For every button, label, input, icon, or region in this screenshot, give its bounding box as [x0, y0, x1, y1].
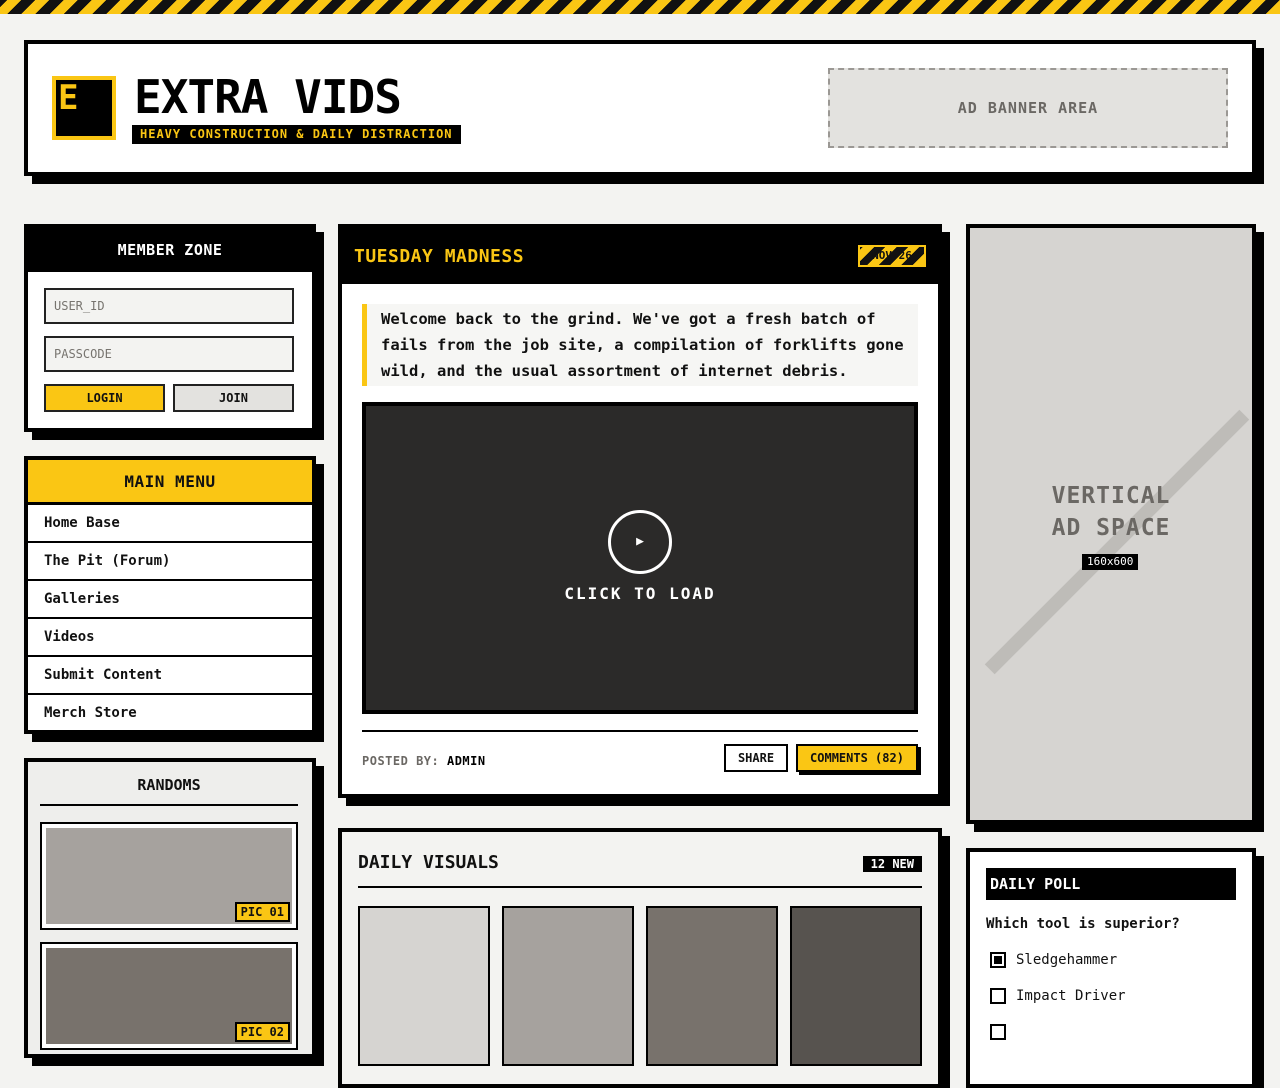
- post-header: TUESDAY MADNESS NOV 26: [342, 228, 938, 284]
- posted-by-label: POSTED BY:: [362, 754, 440, 768]
- menu-item-home-base[interactable]: Home Base: [28, 505, 312, 543]
- main-menu-title: MAIN MENU: [28, 460, 312, 505]
- hazard-stripe: [0, 0, 1280, 14]
- share-button[interactable]: SHARE: [724, 744, 788, 772]
- random-pic-image: PIC 02: [46, 948, 292, 1044]
- post-card: TUESDAY MADNESS NOV 26 Welcome back to t…: [338, 224, 942, 798]
- user-id-input[interactable]: USER_ID: [44, 288, 294, 324]
- random-pic-image: PIC 01: [46, 828, 292, 924]
- random-pic-tag: PIC 01: [234, 902, 290, 922]
- vertical-ad-line1: VERTICAL: [1051, 483, 1171, 509]
- randoms-panel: RANDOMS PIC 01 PIC 02: [24, 758, 316, 1058]
- logo-mark[interactable]: E: [52, 76, 116, 140]
- poll-option-label: Sledgehammer: [1016, 952, 1118, 968]
- ad-size-badge: 160x600: [1082, 554, 1139, 570]
- site-title[interactable]: EXTRA VIDS: [134, 68, 402, 126]
- divider: [362, 730, 918, 732]
- member-zone-title: MEMBER ZONE: [28, 228, 312, 272]
- ad-banner[interactable]: AD BANNER AREA: [828, 68, 1228, 148]
- poll-option-label: Impact Driver: [1016, 988, 1126, 1004]
- vertical-ad[interactable]: VERTICAL AD SPACE 160x600: [966, 224, 1256, 824]
- poll-option[interactable]: Impact Driver: [990, 988, 1126, 1004]
- checkbox-icon[interactable]: [990, 988, 1006, 1004]
- post-byline: POSTED BY: ADMIN: [362, 754, 486, 768]
- checkbox-icon[interactable]: [990, 1024, 1006, 1040]
- visual-thumbnail[interactable]: [358, 906, 490, 1066]
- menu-item-galleries[interactable]: Galleries: [28, 581, 312, 619]
- post-intro: Welcome back to the grind. We've got a f…: [362, 304, 918, 386]
- main-menu-panel: MAIN MENU Home Base The Pit (Forum) Gall…: [24, 456, 316, 734]
- new-count-badge: 12 NEW: [862, 856, 922, 872]
- menu-item-merch-store[interactable]: Merch Store: [28, 695, 312, 731]
- video-load-label[interactable]: CLICK TO LOAD: [366, 584, 914, 603]
- vertical-ad-line2: AD SPACE: [1051, 515, 1171, 541]
- vertical-ad-text: VERTICAL AD SPACE: [970, 480, 1252, 544]
- poll-title: DAILY POLL: [986, 868, 1236, 900]
- poll-option[interactable]: Sledgehammer: [990, 952, 1117, 968]
- site-tagline: HEAVY CONSTRUCTION & DAILY DISTRACTION: [132, 125, 461, 144]
- visual-thumbnail[interactable]: [646, 906, 778, 1066]
- menu-item-the-pit[interactable]: The Pit (Forum): [28, 543, 312, 581]
- visual-thumbnail[interactable]: [502, 906, 634, 1066]
- member-zone-panel: MEMBER ZONE USER_ID PASSCODE LOGIN JOIN: [24, 224, 316, 432]
- join-button[interactable]: JOIN: [173, 384, 294, 412]
- random-pic[interactable]: PIC 02: [40, 942, 298, 1050]
- checkbox-checked-icon[interactable]: [990, 952, 1006, 968]
- login-button[interactable]: LOGIN: [44, 384, 165, 412]
- poll-question: Which tool is superior?: [986, 916, 1180, 932]
- comments-button[interactable]: COMMENTS (82): [796, 744, 918, 772]
- play-icon[interactable]: ▶: [608, 510, 672, 574]
- visual-thumbnail[interactable]: [790, 906, 922, 1066]
- daily-visuals-header: DAILY VISUALS 12 NEW: [358, 852, 922, 888]
- random-pic[interactable]: PIC 01: [40, 822, 298, 930]
- video-player[interactable]: ▶ CLICK TO LOAD: [362, 402, 918, 714]
- random-pic-tag: PIC 02: [234, 1022, 290, 1042]
- post-title[interactable]: TUESDAY MADNESS: [354, 246, 524, 267]
- post-author[interactable]: ADMIN: [447, 754, 486, 768]
- daily-poll-panel: DAILY POLL Which tool is superior? Sledg…: [966, 848, 1256, 1088]
- poll-option[interactable]: [990, 1024, 1016, 1040]
- menu-item-submit-content[interactable]: Submit Content: [28, 657, 312, 695]
- passcode-input[interactable]: PASSCODE: [44, 336, 294, 372]
- daily-visuals-panel: DAILY VISUALS 12 NEW: [338, 828, 942, 1088]
- post-date-badge: NOV 26: [858, 245, 926, 267]
- randoms-title: RANDOMS: [40, 776, 298, 806]
- site-header: E EXTRA VIDS HEAVY CONSTRUCTION & DAILY …: [24, 40, 1256, 176]
- daily-visuals-title: DAILY VISUALS: [358, 852, 499, 873]
- menu-item-videos[interactable]: Videos: [28, 619, 312, 657]
